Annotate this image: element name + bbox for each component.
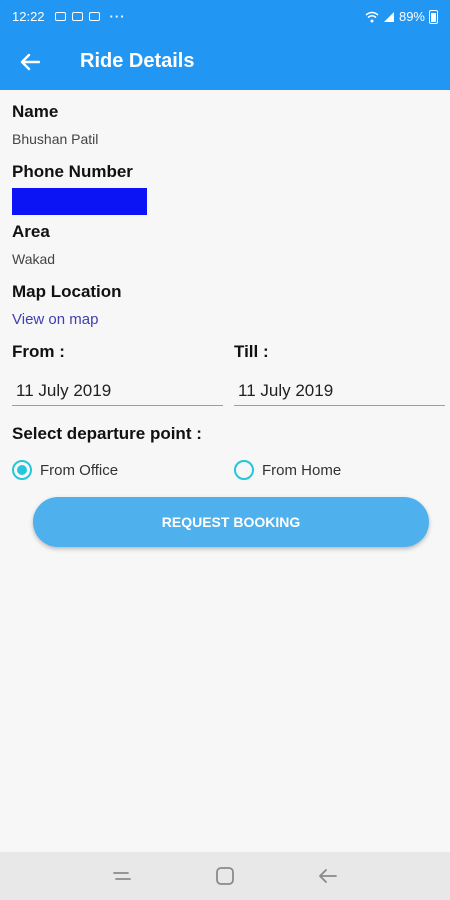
card-notification-icon — [88, 12, 100, 21]
from-label: From : — [12, 342, 65, 361]
arrow-left-icon — [20, 53, 40, 70]
radio-dot — [17, 465, 27, 475]
departure-label: Select departure point : — [12, 424, 202, 443]
radio-from-office-label: From Office — [40, 461, 119, 479]
battery-icon — [429, 9, 438, 24]
radio-from-office[interactable]: From Office — [12, 460, 118, 480]
recents-icon — [112, 872, 131, 880]
battery-percent: 89% — [398, 9, 425, 24]
recents-button[interactable] — [102, 856, 142, 896]
view-on-map-link[interactable]: View on map — [12, 311, 98, 328]
radio-from-home-label: From Home — [262, 461, 342, 479]
notification-icons: ··· — [54, 9, 126, 24]
till-date-field[interactable]: 11 July 2019 — [234, 376, 445, 406]
back-nav-button[interactable] — [308, 856, 348, 896]
map-location-label: Map Location — [12, 282, 122, 301]
radio-checked-icon — [12, 460, 32, 480]
wifi-icon — [365, 11, 379, 22]
more-notifications-icon: ··· — [109, 9, 126, 24]
till-label: Till : — [234, 342, 269, 361]
system-nav-bar — [0, 852, 450, 900]
status-right: 89% — [365, 9, 438, 24]
name-label: Name — [12, 102, 59, 121]
link-notification-icon — [71, 12, 83, 21]
home-button[interactable] — [205, 856, 245, 896]
radio-unchecked-icon — [234, 460, 254, 480]
area-label: Area — [12, 222, 50, 241]
back-nav-icon — [319, 869, 338, 883]
home-icon — [216, 867, 234, 885]
till-date-value: 11 July 2019 — [238, 380, 334, 400]
status-time: 12:22 — [12, 9, 45, 24]
status-bar: 12:22 ··· 89% — [0, 0, 450, 33]
area-value: Wakad — [12, 251, 56, 267]
name-value: Bhushan Patil — [12, 131, 99, 147]
phone-value-redacted — [12, 188, 147, 215]
request-booking-button[interactable]: REQUEST BOOKING — [33, 497, 429, 547]
from-date-value: 11 July 2019 — [16, 380, 112, 400]
from-date-field[interactable]: 11 July 2019 — [12, 376, 223, 406]
signal-icon — [383, 11, 394, 22]
image-notification-icon — [54, 12, 66, 21]
phone-label: Phone Number — [12, 162, 133, 181]
app-bar: Ride Details — [0, 33, 450, 90]
back-button[interactable] — [0, 33, 60, 90]
radio-from-home[interactable]: From Home — [234, 460, 341, 480]
page-title: Ride Details — [80, 50, 195, 72]
